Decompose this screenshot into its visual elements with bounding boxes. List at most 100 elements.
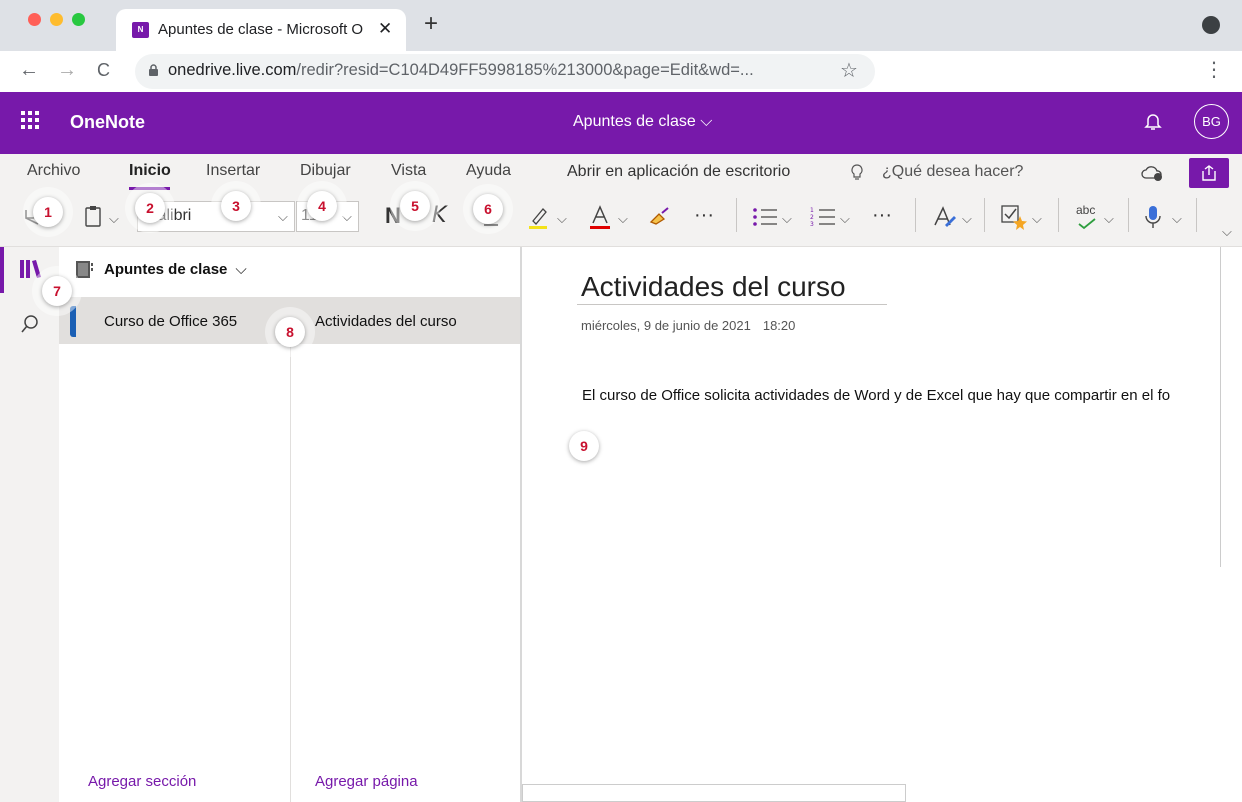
toolbar-separator [1196,198,1197,232]
page-timestamp: miércoles, 9 de junio de 2021 18:20 [581,318,795,333]
bullet-dropdown-chevron-icon[interactable]: ⌵ [782,211,792,227]
minimize-window-button[interactable] [50,13,63,26]
notebook-title-dropdown[interactable]: Apuntes de clase ⌵ [573,113,712,131]
callout-9: 9 [569,431,599,461]
toolbar-separator [1128,198,1129,232]
bold-icon[interactable]: N [385,203,401,229]
avatar[interactable]: BG [1194,104,1229,139]
lock-icon [149,64,158,76]
chevron-down-icon: ⌵ [342,209,352,224]
numbered-list-icon[interactable]: 123 [810,206,836,228]
toolbar-separator [736,198,737,232]
chevron-down-icon: ⌵ [278,209,288,224]
browser-tab[interactable]: N Apuntes de clase - Microsoft O ✕ [116,9,406,51]
dictate-icon[interactable] [1143,204,1163,230]
callout-3: 3 [221,191,251,221]
tab-insertar[interactable]: Insertar [206,162,260,180]
share-button[interactable] [1189,158,1229,188]
onenote-header: OneNote Apuntes de clase ⌵ BG [0,92,1242,154]
back-icon[interactable]: ← [19,59,39,82]
format-painter-icon[interactable] [648,206,672,228]
rail-active-indicator [0,247,4,293]
vertical-scrollbar[interactable] [1220,247,1242,567]
close-window-button[interactable] [28,13,41,26]
maximize-window-button[interactable] [72,13,85,26]
page-body-text[interactable]: El curso de Office solicita actividades … [582,387,1242,404]
browser-menu-icon[interactable]: ⋮ [1204,57,1224,82]
notebook-name: Apuntes de clase [104,261,228,278]
page-title[interactable]: Actividades del curso [581,271,846,303]
clipboard-dropdown-chevron-icon[interactable]: ⌵ [109,211,119,227]
numbered-dropdown-chevron-icon[interactable]: ⌵ [840,211,850,227]
close-tab-icon[interactable]: ✕ [378,19,392,39]
spelling-icon[interactable]: abc [1074,203,1100,231]
forward-icon[interactable]: → [57,59,77,82]
search-icon[interactable] [20,314,40,334]
toolbar-separator [915,198,916,232]
callout-1: 1 [33,197,63,227]
tab-dibujar[interactable]: Dibujar [300,162,351,180]
font-color-dropdown-chevron-icon[interactable]: ⌵ [618,211,628,227]
bullet-list-icon[interactable] [752,206,778,228]
profile-icon[interactable] [1202,16,1220,34]
tell-me-search-input[interactable]: ¿Qué desea hacer? [882,163,1023,181]
more-font-options-icon[interactable]: ··· [694,204,714,227]
highlight-dropdown-chevron-icon[interactable]: ⌵ [557,211,567,227]
section-item-curso-office[interactable]: Curso de Office 365 [104,313,237,330]
tag-dropdown-chevron-icon[interactable]: ⌵ [1032,211,1042,227]
highlighter-icon[interactable] [527,204,551,230]
notebook-icon [76,261,93,278]
toolbar-separator [984,198,985,232]
callout-4: 4 [307,191,337,221]
library-icon[interactable] [19,258,43,280]
callout-5: 5 [400,191,430,221]
page-time: 18:20 [762,318,796,333]
bell-icon[interactable] [1144,112,1162,132]
add-section-button[interactable]: Agregar sección [88,773,196,790]
add-page-button[interactable]: Agregar página [315,773,418,790]
styles-dropdown-chevron-icon[interactable]: ⌵ [962,211,972,227]
open-desktop-app-button[interactable]: Abrir en aplicación de escritorio [567,163,790,181]
share-icon [1202,165,1216,181]
tab-title: Apuntes de clase - Microsoft O [158,21,364,38]
more-paragraph-options-icon[interactable]: ··· [872,204,892,227]
callout-6: 6 [473,194,503,224]
url-host: onedrive.live.com [168,61,297,79]
address-bar-row: ← → C onedrive.live.com/redir?resid=C104… [0,51,1242,93]
spelling-dropdown-chevron-icon[interactable]: ⌵ [1104,211,1114,227]
browser-tab-strip: N Apuntes de clase - Microsoft O ✕ + [0,0,1242,51]
tab-inicio[interactable]: Inicio [129,162,171,180]
tab-vista[interactable]: Vista [391,162,426,180]
svg-text:1: 1 [810,207,814,214]
styles-icon[interactable] [932,205,958,229]
horizontal-scrollbar[interactable] [522,784,906,802]
check-icon [1078,218,1096,230]
italic-icon[interactable]: K [432,203,446,228]
spelling-label: abc [1076,203,1096,217]
lightbulb-icon [851,164,863,180]
callout-2: 2 [135,193,165,223]
clipboard-icon[interactable] [83,204,103,228]
new-tab-button[interactable]: + [424,12,438,36]
active-tab-indicator [129,187,170,190]
dictate-dropdown-chevron-icon[interactable]: ⌵ [1172,211,1182,227]
reload-icon[interactable]: C [97,60,110,81]
bookmark-star-icon[interactable]: ☆ [840,58,858,83]
todo-tag-icon[interactable] [1000,204,1028,230]
url-input[interactable]: onedrive.live.com/redir?resid=C104D49FF5… [135,54,875,89]
url-path: /redir?resid=C104D49FF5998185%213000&pag… [296,61,754,79]
app-launcher-icon[interactable] [21,111,41,131]
toolbar-separator [1058,198,1059,232]
tab-archivo[interactable]: Archivo [27,162,80,180]
svg-text:3: 3 [810,221,814,228]
page-item-actividades[interactable]: Actividades del curso [315,313,457,330]
callout-7: 7 [42,276,72,306]
onenote-favicon-icon: N [132,22,149,38]
ribbon-expand-chevron-icon[interactable]: ⌵ [1222,224,1232,240]
font-color-icon[interactable] [588,204,612,230]
callout-8: 8 [275,317,305,347]
tab-ayuda[interactable]: Ayuda [466,162,511,180]
chevron-down-icon: ⌵ [235,261,247,278]
app-name[interactable]: OneNote [70,112,145,133]
cloud-sync-icon[interactable] [1140,164,1164,182]
